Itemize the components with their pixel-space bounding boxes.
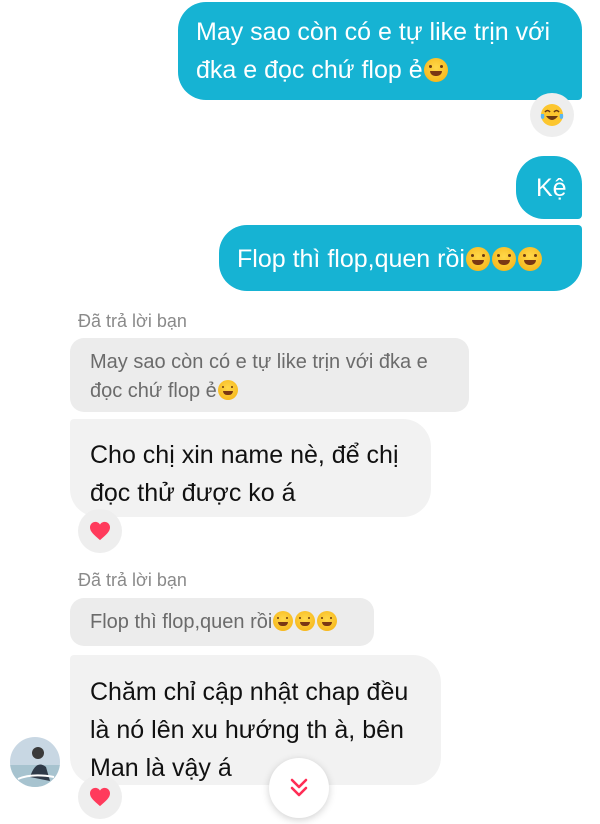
message-text: Kệ — [536, 174, 567, 202]
quoted-text: May sao còn có e tự like trịn với đka e … — [90, 351, 428, 402]
message-text: Flop thì flop,quen rồi — [237, 245, 465, 273]
tears-of-joy-icon — [540, 104, 564, 126]
heart-icon — [90, 521, 110, 541]
reply-label: Đã trả lời bạn — [78, 570, 187, 590]
hugging-face-icon — [491, 247, 516, 271]
reaction-badge[interactable] — [530, 93, 574, 137]
hugging-face-icon — [465, 247, 490, 271]
incoming-message[interactable]: Cho chị xin name nè, để chị đọc thử được… — [70, 419, 431, 517]
avatar-photo-icon — [10, 737, 60, 787]
message-text: Chăm chỉ cập nhật chap đều là nó lên xu … — [90, 678, 409, 782]
outgoing-message[interactable]: Kệ — [516, 156, 582, 219]
hugging-face-icon — [423, 58, 448, 82]
hugging-face-icon — [517, 247, 542, 271]
reaction-badge[interactable] — [78, 775, 122, 819]
heart-icon — [90, 787, 110, 807]
outgoing-message[interactable]: Flop thì flop,quen rồi — [219, 225, 582, 291]
scroll-to-bottom-button[interactable] — [269, 758, 329, 818]
quoted-message[interactable]: May sao còn có e tự like trịn với đka e … — [70, 338, 469, 412]
hugging-face-icon — [317, 611, 338, 631]
message-text: May sao còn có e tự like trịn với đka e … — [196, 18, 551, 84]
quoted-text: Flop thì flop,quen rồi — [90, 611, 273, 633]
message-text: Cho chị xin name nè, để chị đọc thử được… — [90, 441, 399, 507]
hugging-face-icon — [217, 380, 238, 400]
outgoing-message[interactable]: May sao còn có e tự like trịn với đka e … — [178, 2, 582, 100]
incoming-message[interactable]: Chăm chỉ cập nhật chap đều là nó lên xu … — [70, 655, 441, 785]
quoted-message[interactable]: Flop thì flop,quen rồi — [70, 598, 374, 646]
reaction-badge[interactable] — [78, 509, 122, 553]
chevron-double-down-icon — [290, 778, 308, 797]
reply-label: Đã trả lời bạn — [78, 311, 187, 331]
avatar[interactable] — [10, 737, 60, 787]
hugging-face-icon — [273, 611, 294, 631]
hugging-face-icon — [295, 611, 316, 631]
